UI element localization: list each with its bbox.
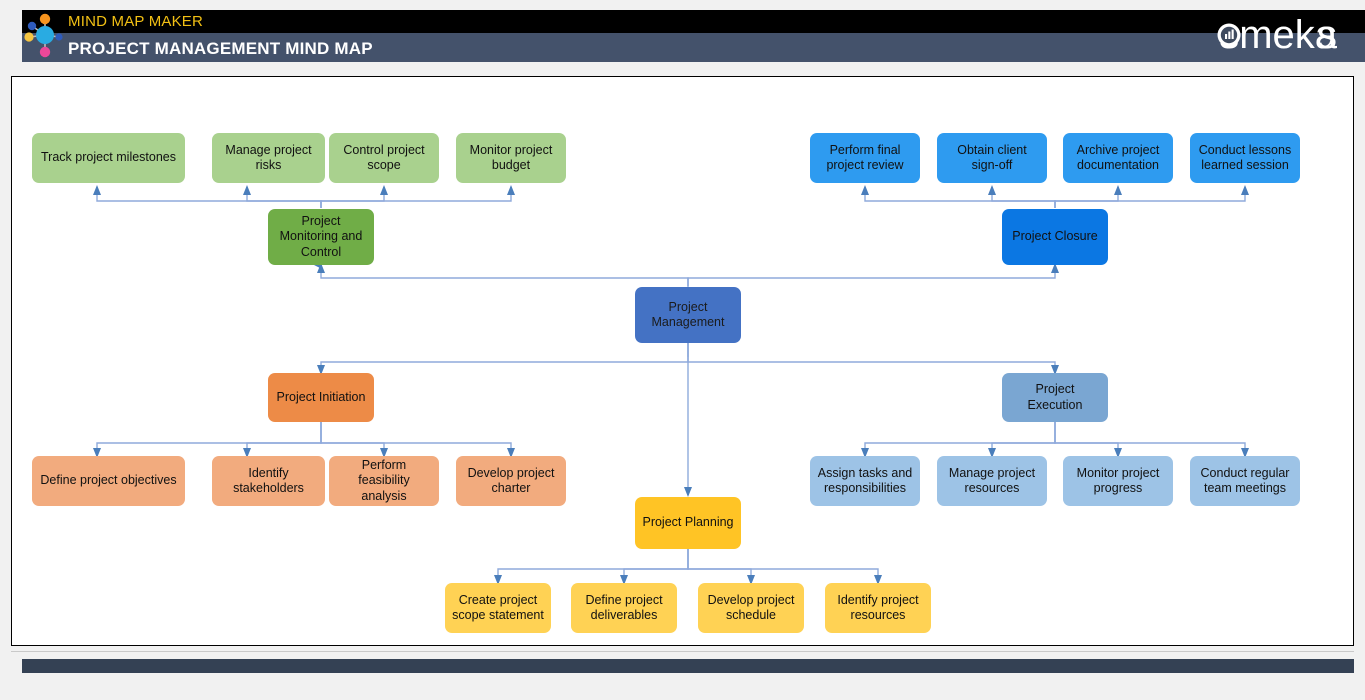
node-assign-tasks-and-responsibilities[interactable]: Assign tasks and responsibilities: [810, 456, 920, 506]
node-monitor-project-budget[interactable]: Monitor project budget: [456, 133, 566, 183]
page-title: PROJECT MANAGEMENT MIND MAP: [68, 39, 373, 58]
node-develop-project-schedule[interactable]: Develop project schedule: [698, 583, 804, 633]
node-define-project-objectives[interactable]: Define project objectives: [32, 456, 185, 506]
node-control-project-scope[interactable]: Control project scope: [329, 133, 439, 183]
node-manage-project-resources[interactable]: Manage project resources: [937, 456, 1047, 506]
node-project-management[interactable]: Project Management: [635, 287, 741, 343]
mindmap-canvas: Track project milestones Manage project …: [11, 76, 1354, 646]
mindmap-layer: Track project milestones Manage project …: [12, 77, 1352, 644]
mindmap-node-logo-icon: [22, 10, 68, 62]
node-obtain-client-sign-off[interactable]: Obtain client sign-off: [937, 133, 1047, 183]
mind-map-app: MIND MAP MAKER PROJECT MANAGEMENT MIND M…: [0, 0, 1365, 700]
node-monitor-project-progress[interactable]: Monitor project progress: [1063, 456, 1173, 506]
node-define-project-deliverables[interactable]: Define project deliverables: [571, 583, 677, 633]
someka-brand-logo: s smeka: [1149, 8, 1339, 60]
node-perform-feasibility-analysis[interactable]: Perform feasibility analysis: [329, 456, 439, 506]
footer-divider: [11, 651, 1354, 652]
node-perform-final-project-review[interactable]: Perform final project review: [810, 133, 920, 183]
footer-bar: [22, 659, 1354, 673]
node-manage-project-risks[interactable]: Manage project risks: [212, 133, 325, 183]
node-track-project-milestones[interactable]: Track project milestones: [32, 133, 185, 183]
app-header: MIND MAP MAKER PROJECT MANAGEMENT MIND M…: [0, 0, 1365, 68]
node-identify-stakeholders[interactable]: Identify stakeholders: [212, 456, 325, 506]
node-conduct-lessons-learned-session[interactable]: Conduct lessons learned session: [1190, 133, 1300, 183]
node-project-closure[interactable]: Project Closure: [1002, 209, 1108, 265]
node-project-monitoring-and-control[interactable]: Project Monitoring and Control: [268, 209, 374, 265]
node-identify-project-resources[interactable]: Identify project resources: [825, 583, 931, 633]
node-conduct-regular-team-meetings[interactable]: Conduct regular team meetings: [1190, 456, 1300, 506]
node-archive-project-documentation[interactable]: Archive project documentation: [1063, 133, 1173, 183]
header-tagline: MIND MAP MAKER: [68, 13, 204, 30]
node-project-initiation[interactable]: Project Initiation: [268, 373, 374, 422]
node-create-project-scope-statement[interactable]: Create project scope statement: [445, 583, 551, 633]
node-develop-project-charter[interactable]: Develop project charter: [456, 456, 566, 506]
node-project-execution[interactable]: Project Execution: [1002, 373, 1108, 422]
node-project-planning[interactable]: Project Planning: [635, 497, 741, 549]
